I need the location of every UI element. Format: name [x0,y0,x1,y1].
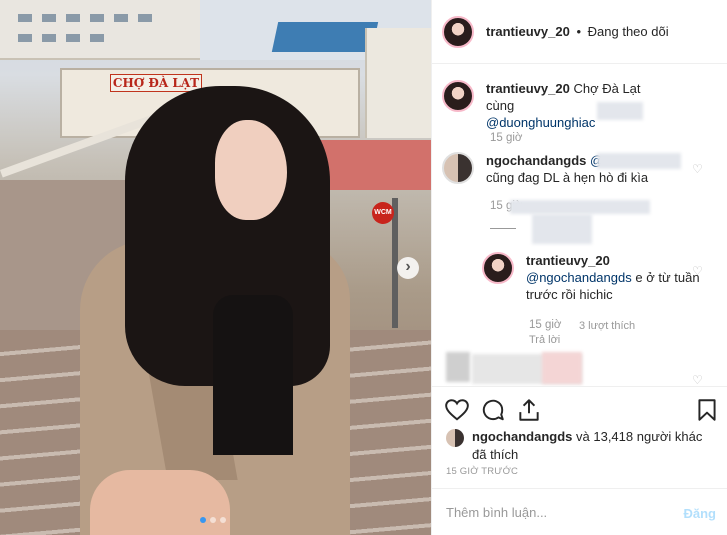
comment-username[interactable]: ngochandangds [486,153,586,168]
share-icon[interactable] [516,397,542,423]
market-sign: CHỢ ĐÀ LẠT [110,74,202,92]
store-logo: WCM [372,202,394,224]
avatar[interactable] [442,15,474,48]
avatar[interactable] [442,80,474,112]
liker-avatar[interactable] [446,429,464,447]
slide-dot [220,517,226,523]
bookmark-icon[interactable] [694,397,720,423]
hand [90,470,230,535]
comments-list[interactable]: trantieuvy_20 Chợ Đà Lạt cùng @duonghuun… [432,64,727,386]
slide-indicator [200,517,226,523]
hotel-building [0,0,200,60]
heart-icon[interactable]: ♡ [692,265,704,277]
following-button[interactable]: Đang theo dõi [588,24,669,39]
blurred-text [597,102,643,120]
comment-input[interactable] [446,504,666,520]
reply-body: trantieuvy_20 @ngochandangds e ở từ tuần… [526,252,706,303]
comment-text: cũng đag DL à hẹn hò đi kìa [486,170,649,185]
liker-username[interactable]: ngochandangds [472,429,572,444]
post-comment-button[interactable]: Đăng [684,506,717,521]
slide-dot [210,517,216,523]
add-comment-bar: Đăng [432,488,727,535]
post-timestamp[interactable]: 15 GIỜ TRƯỚC [446,466,518,477]
blue-roof [271,22,379,52]
likes-summary: ngochandangds và 13,418 người khác đã th… [446,428,712,464]
header-username[interactable]: trantieuvy_20 [486,24,570,39]
reply-button[interactable]: Trả lời [529,334,560,346]
heart-icon[interactable]: ♡ [692,163,704,175]
reply-time[interactable]: 15 giờ [529,319,561,331]
reply-likes[interactable]: 3 lượt thích [579,320,635,332]
blurred-text [532,214,592,244]
caption-time[interactable]: 15 giờ [490,132,522,144]
next-arrow-icon[interactable]: › [397,257,419,279]
avatar[interactable] [442,152,474,184]
post-sidebar: trantieuvy_20 • Đang theo dõi trantieuvy… [431,0,727,535]
blurred-text [542,352,582,384]
post-photo[interactable]: CHỢ ĐÀ LẠT WCM › [0,0,431,535]
avatar[interactable] [482,252,514,284]
black-top [213,295,293,455]
slide-dot [200,517,206,523]
right-building [365,28,431,138]
reply-comment: trantieuvy_20 @ngochandangds e ở từ tuần… [482,252,706,303]
heart-icon[interactable] [444,397,470,423]
reply-username[interactable]: trantieuvy_20 [526,253,610,268]
blurred-text [510,200,650,214]
caption-username[interactable]: trantieuvy_20 [486,81,570,96]
blurred-avatar [446,352,470,382]
woman-face [215,120,287,220]
post-header: trantieuvy_20 • Đang theo dõi [432,0,727,64]
action-bar [432,386,727,432]
caption-mention[interactable]: @duonghuunghiac [486,115,595,130]
comment-icon[interactable] [480,397,506,423]
reply-divider [490,228,516,229]
reply-mention[interactable]: @ngochandangds [526,270,632,285]
blurred-text [597,153,681,169]
heart-icon[interactable]: ♡ [692,374,704,386]
separator: • [576,24,582,39]
